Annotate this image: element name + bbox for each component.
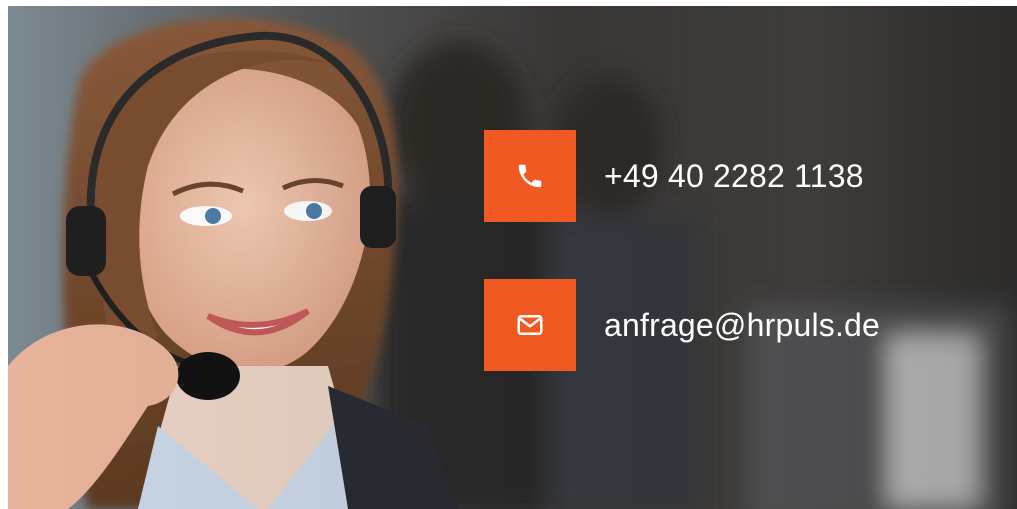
phone-icon xyxy=(518,164,542,188)
email-address-link[interactable]: anfrage@hrpuls.de xyxy=(604,307,880,344)
email-contact-row[interactable]: anfrage@hrpuls.de xyxy=(484,279,880,371)
hero-overlay xyxy=(8,6,1017,509)
mail-icon-button[interactable] xyxy=(484,279,576,371)
phone-number-link[interactable]: +49 40 2282 1138 xyxy=(604,158,864,195)
phone-icon-button[interactable] xyxy=(484,130,576,222)
mail-icon xyxy=(517,315,543,335)
phone-contact-row[interactable]: +49 40 2282 1138 xyxy=(484,130,864,222)
hero-banner xyxy=(8,6,1017,509)
